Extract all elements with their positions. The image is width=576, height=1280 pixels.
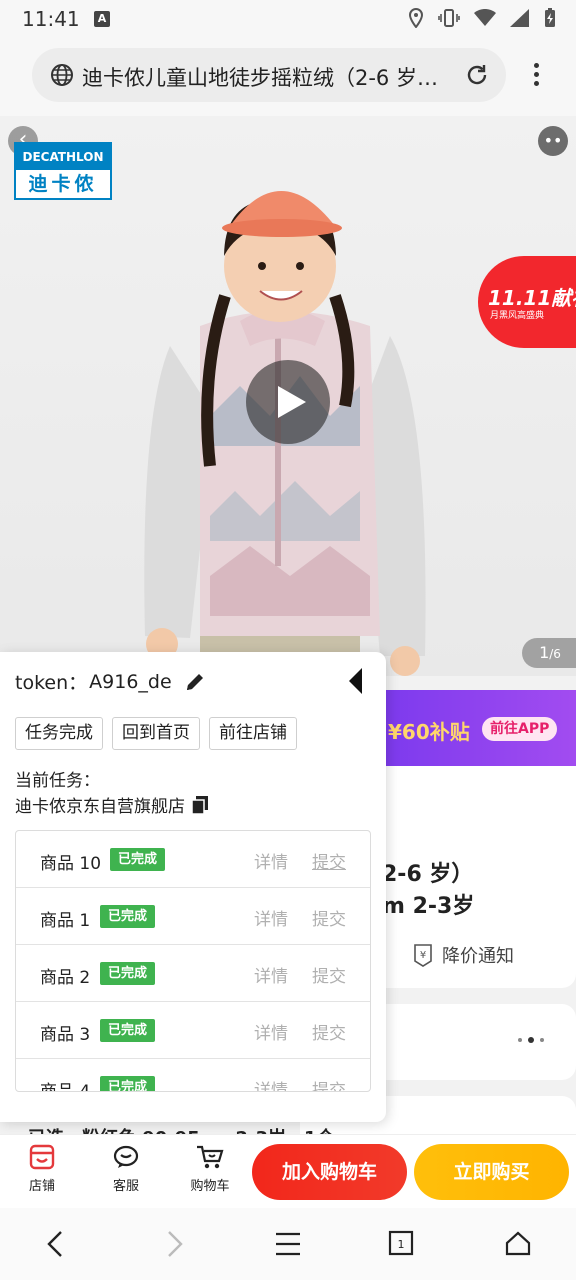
brand-logo-text: DECATHLON [16,144,110,170]
promo-badge[interactable]: 11.11献礼 月黑风高盛典 [478,256,576,348]
list-item: 商品 3 已完成 详情 提交 [16,1002,370,1059]
reload-icon[interactable] [464,62,490,88]
image-index: 1 [539,643,550,662]
carousel-dots [518,1037,544,1043]
shop-icon [29,1144,55,1170]
battery-icon [545,8,555,27]
open-app-button[interactable]: 前往APP [482,717,558,741]
task-panel: token： A916_de 任务完成 回到首页 前往店铺 当前任务： 迪卡侬京… [0,652,386,1122]
product-action-bar: 店铺 客服 购物车 加入购物车 立即购买 [0,1134,576,1208]
add-to-cart-button[interactable]: 加入购物车 [252,1144,407,1200]
done-badge: 已完成 [100,1076,156,1091]
status-icons [408,8,556,28]
submit-link[interactable]: 提交 [312,1019,346,1044]
price-tag-icon: ¥ [414,944,432,967]
item-name: 商品 3 [40,1025,91,1045]
customer-service-icon [113,1145,139,1168]
product-image-carousel[interactable]: ‹ •• DECATHLON 迪卡侬 11.11献礼 月黑风高盛典 1/6 [0,116,576,676]
url-text: 迪卡侬儿童山地徒步摇粒绒（2-6 岁… [82,66,438,90]
done-badge: 已完成 [100,1019,156,1042]
brand-logo: DECATHLON 迪卡侬 [14,142,112,200]
image-total: /6 [549,647,561,661]
token-value: A916_de [89,670,172,693]
list-item: 商品 4 已完成 详情 提交 [16,1059,370,1092]
copy-icon[interactable] [191,795,209,815]
item-name: 商品 1 [40,911,91,931]
promo-sub-text: 月黑风高盛典 [490,311,545,321]
submit-link[interactable]: 提交 [312,848,346,873]
play-video-button[interactable] [246,360,330,444]
panel-buttons: 任务完成 回到首页 前往店铺 [15,717,297,750]
shop-label: 店铺 [28,1179,55,1194]
item-name: 商品 10 [40,854,102,874]
list-item: 商品 1 已完成 详情 提交 [16,888,370,945]
location-icon [408,8,424,28]
current-store-name: 迪卡侬京东自营旗舰店 [15,797,185,817]
nav-forward-icon[interactable] [162,1230,186,1258]
system-nav-bar: 1 [0,1208,576,1280]
shopping-cart-icon [197,1145,224,1169]
submit-link[interactable]: 提交 [312,1076,346,1091]
shop-button[interactable]: 店铺 [12,1143,72,1194]
back-home-button[interactable]: 回到首页 [112,717,200,750]
svg-text:¥: ¥ [420,950,426,961]
service-label: 客服 [112,1179,139,1194]
cart-label: 购物车 [190,1179,230,1194]
done-badge: 已完成 [100,962,156,985]
collapse-panel-icon[interactable] [346,666,366,696]
brand-logo-cn: 迪卡侬 [28,173,98,195]
nav-menu-icon[interactable] [274,1230,302,1258]
item-name: 商品 2 [40,968,91,988]
more-icon[interactable]: •• [538,126,568,156]
status-time: 11:41 [22,7,80,31]
price-alert-button[interactable]: ¥ 降价通知 [412,942,514,968]
subsidy-banner[interactable]: ¥60补贴 前往APP [380,690,576,766]
buy-now-button[interactable]: 立即购买 [414,1144,569,1200]
address-bar[interactable]: 迪卡侬儿童山地徒步摇粒绒（2-6 岁… [32,48,506,102]
svg-text:1: 1 [398,1238,405,1251]
done-badge: 已完成 [100,905,156,928]
done-badge: 已完成 [110,848,166,871]
nav-tabs-icon[interactable]: 1 [388,1230,414,1258]
nav-home-icon[interactable] [504,1230,532,1258]
product-title-line1: 2-6 岁） [382,862,474,887]
globe-icon [51,64,73,86]
browser-toolbar: 迪卡侬儿童山地徒步摇粒绒（2-6 岁… [0,38,576,116]
edit-pencil-icon[interactable] [184,671,206,693]
token-label: token： [15,672,88,694]
current-task-label: 当前任务： [15,771,100,791]
product-title-line2: m 2-3岁 [382,894,475,919]
promo-main-text: 11.11献礼 [488,286,576,310]
detail-link[interactable]: 详情 [254,1019,288,1044]
list-item: 商品 10 已完成 详情 提交 [16,831,370,888]
detail-link[interactable]: 详情 [254,848,288,873]
detail-link[interactable]: 详情 [254,962,288,987]
play-icon [278,386,306,418]
go-store-button[interactable]: 前往店铺 [209,717,297,750]
list-item: 商品 2 已完成 详情 提交 [16,945,370,1002]
price-alert-label: 降价通知 [442,946,514,967]
wifi-icon [474,9,496,26]
current-store: 迪卡侬京东自营旗舰店 [15,792,209,817]
notification-a-icon: A [94,11,110,27]
task-complete-button[interactable]: 任务完成 [15,717,103,750]
cart-button[interactable]: 购物车 [180,1143,240,1194]
service-button[interactable]: 客服 [96,1143,156,1194]
token-row: token： A916_de [15,668,206,695]
browser-menu-icon[interactable] [524,60,548,90]
detail-link[interactable]: 详情 [254,1076,288,1091]
subsidy-amount: ¥60补贴 [388,720,470,744]
detail-link[interactable]: 详情 [254,905,288,930]
item-name: 商品 4 [40,1082,91,1092]
submit-link[interactable]: 提交 [312,905,346,930]
vibrate-icon [438,9,460,27]
status-bar: 11:41 A [0,0,576,38]
image-page-indicator: 1/6 [522,638,576,668]
signal-icon [510,9,529,27]
task-item-list[interactable]: 商品 10 已完成 详情 提交 商品 1 已完成 详情 提交 商品 2 已完成 … [15,830,371,1092]
submit-link[interactable]: 提交 [312,962,346,987]
nav-back-icon[interactable] [44,1230,68,1258]
